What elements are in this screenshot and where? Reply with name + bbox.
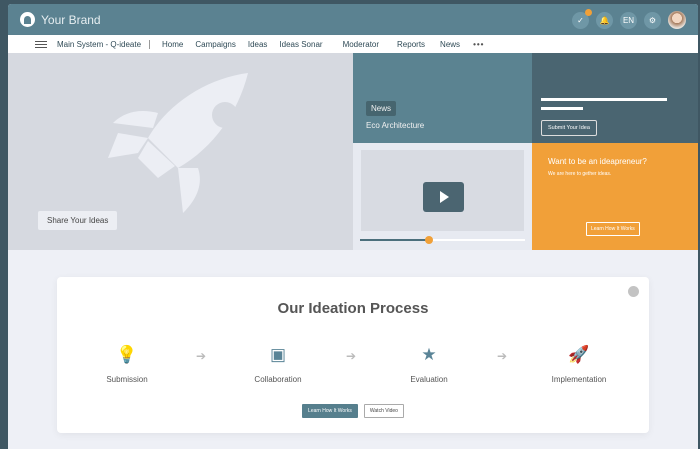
video-screen[interactable] — [361, 150, 524, 231]
process-title: Our Ideation Process — [277, 300, 429, 317]
step-label: Submission — [106, 375, 148, 384]
submit-tile: Submit Your Idea — [532, 53, 698, 143]
placeholder-line — [541, 107, 583, 110]
gear-icon[interactable]: ⚙ — [644, 11, 661, 29]
step-submission: 💡 Submission — [82, 345, 172, 384]
brand-logo-icon — [20, 12, 35, 27]
brand-name: Your Brand — [41, 12, 101, 27]
ideation-process-card: Our Ideation Process 💡 Submission ➔ ▣ Coll… — [57, 277, 649, 433]
arrow-icon: ➔ — [346, 349, 357, 363]
news-tag: News — [366, 101, 397, 116]
learn-how-it-works-button[interactable]: Learn How It Works — [302, 404, 358, 418]
watch-video-button[interactable]: Watch Video — [363, 404, 404, 418]
rocket-icon: 🚀 — [568, 345, 590, 364]
learn-how-button[interactable]: Learn How It Works — [586, 222, 640, 236]
submit-idea-button[interactable]: Submit Your Idea — [541, 120, 597, 136]
nav-ideas-sonar[interactable]: Ideas Sonar — [279, 40, 322, 49]
step-label: Implementation — [551, 375, 607, 384]
main-nav: Main System - Q-ideate Home Campaigns Id… — [8, 35, 698, 53]
step-collaboration: ▣ Collaboration — [233, 345, 323, 384]
nav-ideas[interactable]: Ideas — [248, 40, 268, 49]
nav-moderator[interactable]: Moderator — [343, 40, 379, 49]
language-button[interactable]: EN — [620, 11, 637, 29]
avatar[interactable] — [668, 11, 686, 29]
bell-icon[interactable]: 🔔 — [596, 11, 613, 29]
system-name[interactable]: Main System - Q-ideate — [57, 39, 151, 49]
share-ideas-button[interactable]: Share Your Ideas — [38, 211, 118, 230]
nav-home[interactable]: Home — [162, 40, 183, 49]
menu-icon[interactable] — [35, 40, 47, 48]
nav-campaigns[interactable]: Campaigns — [195, 40, 235, 49]
nav-news[interactable]: News — [440, 40, 460, 49]
hero-banner: Share Your Ideas — [8, 53, 353, 250]
app-window: Your Brand ✓ 🔔 EN ⚙ Main System - Q-idea… — [8, 4, 698, 449]
top-header: Your Brand ✓ 🔔 EN ⚙ — [8, 4, 698, 35]
slider-handle[interactable] — [425, 236, 434, 244]
arrow-icon: ➔ — [497, 349, 508, 363]
step-evaluation: ★ Evaluation — [384, 345, 474, 384]
step-implementation: 🚀 Implementation — [534, 345, 624, 384]
video-player — [353, 143, 532, 250]
placeholder-line — [541, 98, 667, 101]
nav-reports[interactable]: Reports — [397, 40, 425, 49]
star-icon: ★ — [421, 345, 437, 364]
video-progress-slider[interactable] — [360, 236, 525, 244]
brand[interactable]: Your Brand — [20, 12, 101, 27]
arrow-icon: ➔ — [196, 349, 207, 363]
promo-title: Want to be an ideapreneur? — [548, 157, 647, 166]
promo-subtitle: We are here to gether ideas. — [548, 171, 612, 177]
notification-dot — [585, 8, 592, 16]
promo-tile: Want to be an ideapreneur? We are here t… — [532, 143, 698, 250]
step-label: Evaluation — [410, 375, 448, 384]
play-icon[interactable] — [423, 182, 464, 212]
chat-icon: ▣ — [269, 345, 287, 364]
more-icon[interactable]: ••• — [473, 40, 484, 49]
news-tile[interactable]: News Eco Architecture — [353, 53, 532, 143]
step-label: Collaboration — [254, 375, 302, 384]
lightbulb-icon: 💡 — [116, 345, 138, 364]
close-icon[interactable] — [628, 286, 639, 297]
news-title[interactable]: Eco Architecture — [366, 121, 424, 130]
tasks-icon[interactable]: ✓ — [572, 8, 592, 29]
